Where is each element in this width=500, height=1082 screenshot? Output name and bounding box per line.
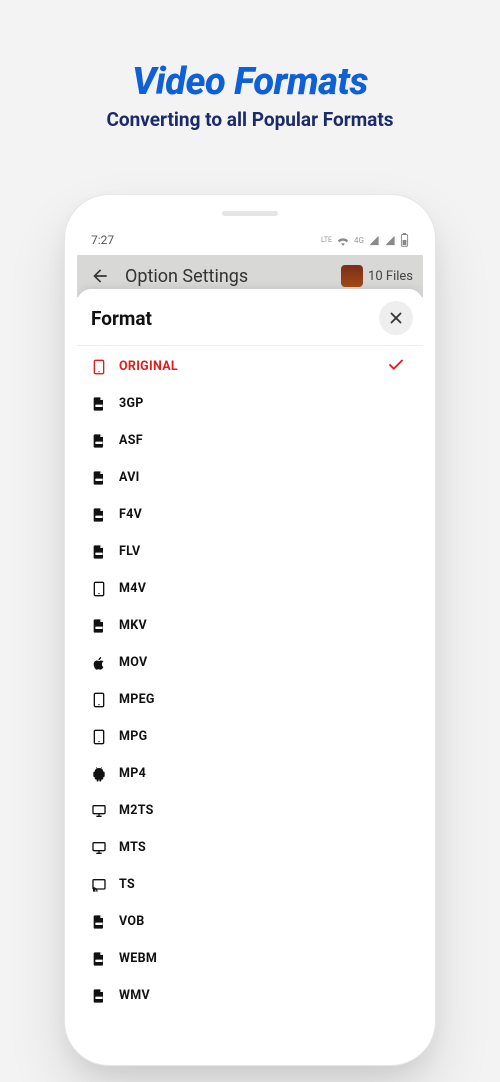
format-list[interactable]: ORIGINAL 3GP ASF AVI F4V FLV M4V MKV MOV MPEG MPG M…: [77, 348, 423, 1053]
format-row-f4v[interactable]: F4V: [83, 496, 417, 533]
file-icon: [91, 433, 107, 449]
status-time: 7:27: [91, 233, 114, 247]
files-label: 10 Files: [368, 269, 413, 284]
format-label: 3GP: [119, 396, 144, 411]
file-icon: [91, 618, 107, 634]
files-thumb-icon: [341, 265, 363, 287]
format-label: MPEG: [119, 692, 155, 707]
file-icon: [91, 470, 107, 486]
format-label: MKV: [119, 618, 147, 633]
format-row-avi[interactable]: AVI: [83, 459, 417, 496]
file-icon: [91, 507, 107, 523]
back-button[interactable]: [87, 263, 113, 289]
format-row-vob[interactable]: VOB: [83, 903, 417, 940]
phone-icon: [91, 581, 107, 597]
format-row-original[interactable]: ORIGINAL: [83, 348, 417, 385]
check-icon: [387, 356, 405, 378]
sheet-title: Format: [91, 307, 379, 330]
hero: Video Formats Converting to all Popular …: [0, 0, 500, 131]
format-label: AVI: [119, 470, 140, 485]
file-icon: [91, 914, 107, 930]
format-row-mov[interactable]: MOV: [83, 644, 417, 681]
format-label: M4V: [119, 581, 146, 596]
format-row-flv[interactable]: FLV: [83, 533, 417, 570]
format-row-asf[interactable]: ASF: [83, 422, 417, 459]
signal-icon: [368, 235, 380, 246]
cast-icon: [91, 877, 107, 893]
format-label: WEBM: [119, 951, 157, 966]
format-row-mkv[interactable]: MKV: [83, 607, 417, 644]
file-icon: [91, 544, 107, 560]
file-icon: [91, 951, 107, 967]
format-sheet: Format ORIGINAL 3GP ASF AVI F4V FLV M4V MKV MOV M…: [77, 289, 423, 1053]
format-label: MP4: [119, 766, 146, 781]
net-label: 4G: [354, 236, 364, 245]
format-label: MPG: [119, 729, 147, 744]
appbar-title: Option Settings: [125, 266, 329, 287]
format-row-mp4[interactable]: MP4: [83, 755, 417, 792]
format-row-webm[interactable]: WEBM: [83, 940, 417, 977]
format-label: F4V: [119, 507, 142, 522]
phone-screen: 7:27 LTE 4G Option Settings 10 Files: [77, 225, 423, 1053]
format-label: M2TS: [119, 803, 154, 818]
battery-icon: [400, 233, 409, 247]
wifi-icon: [336, 235, 350, 246]
format-label: FLV: [119, 544, 141, 559]
phone-icon: [91, 359, 107, 375]
format-label: TS: [119, 877, 135, 892]
monitor-icon: [91, 840, 107, 856]
signal-icon-2: [384, 235, 396, 246]
format-row-mpg[interactable]: MPG: [83, 718, 417, 755]
hero-title: Video Formats: [0, 60, 500, 104]
status-bar: 7:27 LTE 4G: [77, 225, 423, 255]
close-icon: [387, 309, 405, 327]
arrow-left-icon: [90, 266, 110, 286]
format-label: MOV: [119, 655, 148, 670]
format-row-m4v[interactable]: M4V: [83, 570, 417, 607]
hero-subtitle: Converting to all Popular Formats: [0, 108, 500, 131]
format-label: VOB: [119, 914, 145, 929]
sheet-header: Format: [77, 289, 423, 345]
lte-icon: LTE: [321, 237, 332, 244]
close-button[interactable]: [379, 301, 413, 335]
format-row-m2ts[interactable]: M2TS: [83, 792, 417, 829]
android-icon: [91, 766, 107, 782]
status-indicators: LTE 4G: [321, 233, 409, 247]
phone-frame: 7:27 LTE 4G Option Settings 10 Files: [65, 195, 435, 1065]
apple-icon: [91, 655, 107, 671]
files-counter[interactable]: 10 Files: [341, 265, 413, 287]
format-row-ts[interactable]: TS: [83, 866, 417, 903]
phone-icon: [91, 729, 107, 745]
format-label: MTS: [119, 840, 146, 855]
format-label: ORIGINAL: [119, 359, 178, 374]
divider: [77, 345, 423, 346]
file-icon: [91, 396, 107, 412]
monitor-icon: [91, 803, 107, 819]
phone-speaker: [222, 211, 278, 216]
format-row-3gp[interactable]: 3GP: [83, 385, 417, 422]
format-row-wmv[interactable]: WMV: [83, 977, 417, 1014]
format-row-mts[interactable]: MTS: [83, 829, 417, 866]
phone-icon: [91, 692, 107, 708]
format-row-mpeg[interactable]: MPEG: [83, 681, 417, 718]
format-label: WMV: [119, 988, 150, 1003]
format-label: ASF: [119, 433, 143, 448]
file-icon: [91, 988, 107, 1004]
